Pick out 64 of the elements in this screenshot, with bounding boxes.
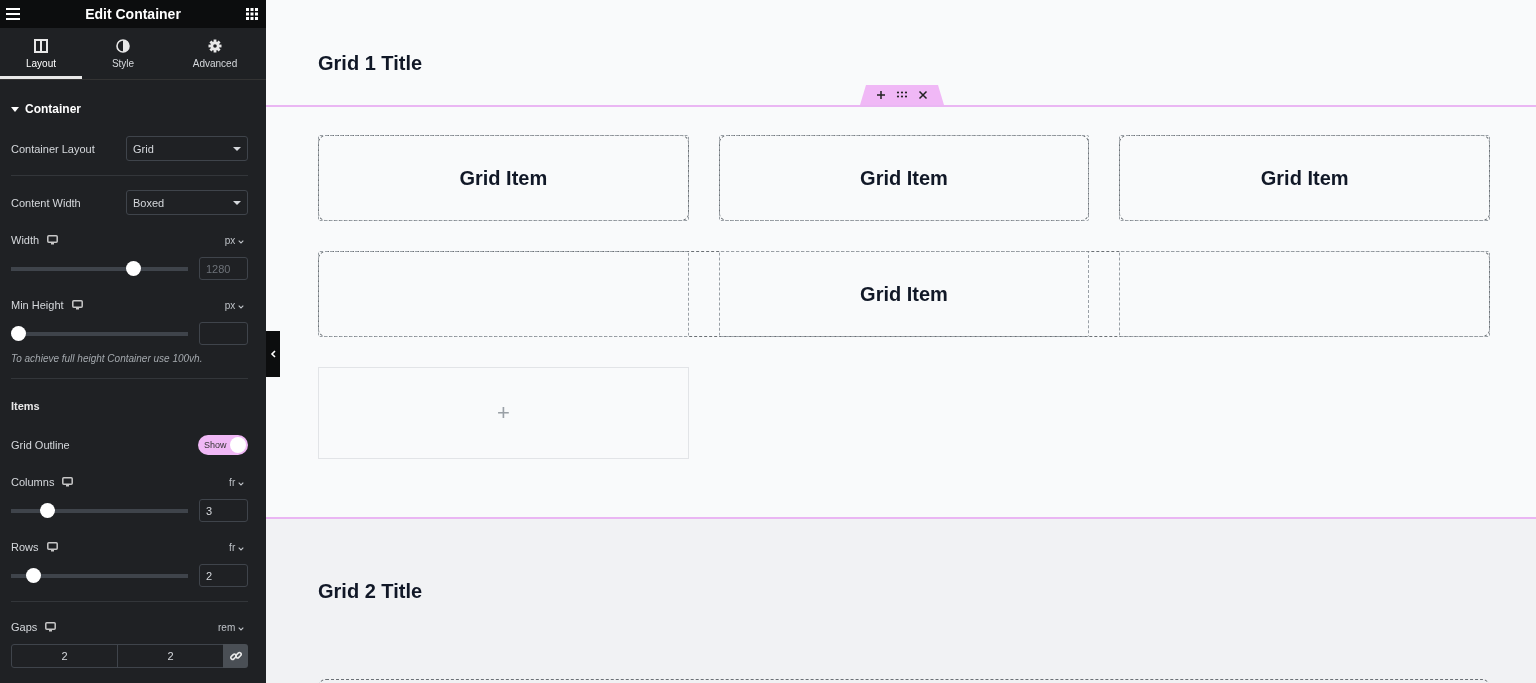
slider-thumb[interactable] <box>40 503 56 518</box>
link-icon <box>229 650 242 662</box>
panel-tab[interactable]: Advanced <box>164 28 266 79</box>
panel-tab[interactable]: Style <box>82 28 164 79</box>
grid-item-label: Grid Item <box>1260 166 1349 190</box>
control-label: Content Width <box>11 196 81 209</box>
slider-thumb[interactable] <box>25 568 41 583</box>
control-label: Gaps <box>11 621 38 633</box>
section-title: Grid 1 Title <box>318 51 424 75</box>
control-label: Grid Outline <box>11 438 70 451</box>
contrast-icon <box>116 39 130 53</box>
collapse-panel-button[interactable] <box>266 331 280 377</box>
section-title: Grid 2 Title <box>318 579 424 603</box>
control-label: Width <box>11 234 40 246</box>
desktop-icon[interactable] <box>46 542 58 552</box>
unit-selector[interactable]: px <box>224 299 248 311</box>
desktop-icon[interactable] <box>71 300 83 310</box>
grid-item[interactable]: Grid Item <box>318 251 1490 337</box>
chevron-down-icon <box>238 546 244 551</box>
section-toggle[interactable]: Container <box>11 102 81 116</box>
control-label: Rows <box>11 541 39 553</box>
chevron-down-icon <box>238 304 244 309</box>
desktop-icon[interactable] <box>45 622 57 632</box>
drag-handle-icon[interactable] <box>896 91 908 99</box>
number-field[interactable]: 3 <box>199 499 248 522</box>
group-heading: Items <box>11 399 40 412</box>
grid-container[interactable]: Grid Item Grid Item Grid Item Grid Item + <box>266 105 1536 519</box>
gap-field[interactable]: 2 <box>11 644 118 668</box>
unit-selector[interactable]: fr <box>229 476 248 488</box>
link-button[interactable] <box>223 644 248 668</box>
select-field[interactable]: Boxed <box>126 190 248 215</box>
gap-field[interactable]: 2 <box>117 644 224 668</box>
settings-icon <box>208 39 222 53</box>
close-icon[interactable] <box>918 90 928 100</box>
panel-title: Edit Container <box>85 6 181 22</box>
desktop-icon[interactable] <box>47 235 59 245</box>
slider-thumb[interactable] <box>126 261 141 276</box>
panel-tab[interactable]: Layout <box>0 28 82 79</box>
number-field[interactable]: 2 <box>199 564 248 587</box>
apps-grid-icon[interactable] <box>246 8 258 20</box>
control-label: Min Height <box>11 299 64 311</box>
chevron-left-icon <box>270 350 276 358</box>
number-field[interactable]: 1280 <box>199 257 248 280</box>
unit-selector[interactable]: rem <box>218 621 248 633</box>
control-label: Container Layout <box>11 142 95 155</box>
grid-item-label: Grid Item <box>860 282 948 306</box>
menu-icon[interactable] <box>6 8 20 20</box>
grid-item-label: Grid Item <box>860 166 948 190</box>
unit-selector[interactable]: px <box>224 234 248 246</box>
select-field[interactable]: Grid <box>126 136 248 161</box>
toggle-switch[interactable]: Show <box>198 434 248 455</box>
chevron-down-icon <box>238 481 244 486</box>
container-handle[interactable] <box>860 85 944 105</box>
chevron-down-icon <box>238 239 244 244</box>
grid-item-label: Grid Item <box>459 166 548 190</box>
unit-selector[interactable]: fr <box>229 541 248 553</box>
help-text: To achieve full height Container use 100vh. <box>11 353 204 364</box>
desktop-icon[interactable] <box>62 477 74 487</box>
chevron-down-icon <box>238 626 244 631</box>
number-field[interactable] <box>199 322 248 345</box>
control-label: Columns <box>11 476 55 488</box>
add-icon[interactable] <box>876 90 886 100</box>
columns-icon <box>34 39 48 53</box>
slider-thumb[interactable] <box>11 326 26 341</box>
